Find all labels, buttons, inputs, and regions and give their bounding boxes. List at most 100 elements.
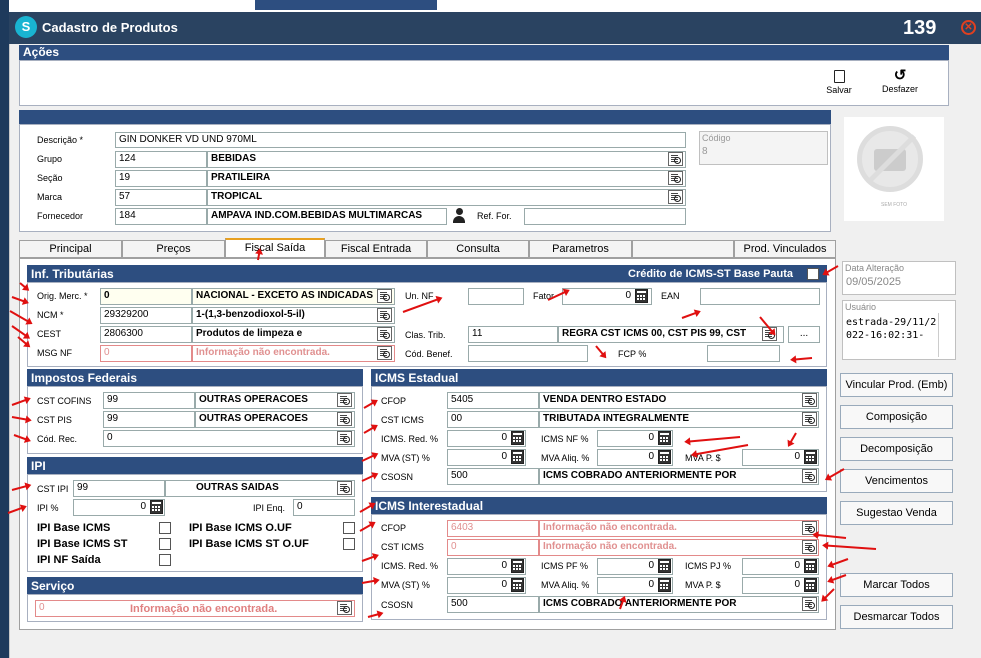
descricao-field[interactable]: GIN DONKER VD UND 970ML — [115, 132, 686, 148]
ipi-base-icms-st-checkbox[interactable] — [159, 538, 171, 550]
federais-header: Impostos Federais — [27, 369, 363, 386]
est-cfop-code[interactable]: 5405 — [447, 392, 539, 409]
inter-cfop-code[interactable]: 6403 — [447, 520, 539, 537]
ipi-enq-field[interactable]: 0 — [293, 499, 355, 516]
fcp-field[interactable] — [707, 345, 780, 362]
inter-pf-calculator-icon[interactable] — [658, 559, 671, 573]
photo-frame[interactable]: SEM FOTO — [844, 117, 944, 221]
ipi-cst-lookup-icon[interactable] — [337, 481, 352, 495]
ncm-lookup-icon[interactable] — [377, 308, 392, 322]
tab-parametros[interactable]: Parametros — [529, 240, 632, 258]
person-icon[interactable] — [452, 208, 466, 224]
tab-fiscal-entrada[interactable]: Fiscal Entrada — [325, 240, 427, 258]
secao-lookup-icon[interactable] — [668, 171, 683, 185]
pis-code[interactable]: 99 — [103, 411, 195, 428]
ipi-base-icms-st-uf-checkbox[interactable] — [343, 538, 355, 550]
servico-lookup-icon[interactable] — [337, 601, 352, 615]
inter-mva-calculator-icon[interactable] — [511, 578, 524, 592]
un-nf-field[interactable] — [468, 288, 524, 305]
inter-red-calculator-icon[interactable] — [511, 559, 524, 573]
inter-pj-label: ICMS PJ % — [685, 561, 732, 571]
est-csosn-lookup-icon[interactable] — [802, 469, 817, 483]
marcar-todos-button[interactable]: Marcar Todos — [840, 573, 953, 597]
fornecedor-label: Fornecedor — [37, 211, 84, 221]
tab-prod-vinculados[interactable]: Prod. Vinculados — [734, 240, 836, 258]
inter-mva-aliq-calculator-icon[interactable] — [658, 578, 671, 592]
inter-csosn-code[interactable]: 500 — [447, 596, 539, 613]
cest-code[interactable]: 2806300 — [100, 326, 192, 343]
est-mva-calculator-icon[interactable] — [511, 450, 524, 464]
ipi-pct-calculator-icon[interactable] — [150, 500, 163, 514]
ref-for-field[interactable] — [524, 208, 686, 225]
est-nf-calculator-icon[interactable] — [658, 431, 671, 445]
orig-lookup-icon[interactable] — [377, 289, 392, 303]
desmarcar-todos-button[interactable]: Desmarcar Todos — [840, 605, 953, 629]
est-mva-aliq-label: MVA Aliq. % — [541, 453, 590, 463]
tab-fiscal-saida[interactable]: Fiscal Saída — [225, 238, 325, 258]
est-cst-code[interactable]: 00 — [447, 411, 539, 428]
ipi-cst-code[interactable]: 99 — [73, 480, 165, 497]
fator-calculator-icon[interactable] — [635, 289, 648, 303]
cofins-code[interactable]: 99 — [103, 392, 195, 409]
secao-code[interactable]: 19 — [115, 170, 207, 187]
marca-name: TROPICAL — [207, 189, 686, 206]
orig-code[interactable]: 0 — [100, 288, 192, 305]
est-mva-aliq-calculator-icon[interactable] — [658, 450, 671, 464]
ipi-base-icms-uf-checkbox[interactable] — [343, 522, 355, 534]
est-mva-p-calculator-icon[interactable] — [804, 450, 817, 464]
vincular-button[interactable]: Vincular Prod. (Emb) — [840, 373, 953, 397]
pis-lookup-icon[interactable] — [337, 412, 352, 426]
composicao-button[interactable]: Composição — [840, 405, 953, 429]
inter-cst-code[interactable]: 0 — [447, 539, 539, 556]
ipi-nf-saida-checkbox[interactable] — [159, 554, 171, 566]
rec-lookup-icon[interactable] — [337, 431, 352, 445]
grupo-code[interactable]: 124 — [115, 151, 207, 168]
ean-field[interactable] — [700, 288, 820, 305]
sugestao-button[interactable]: Sugestao Venda — [840, 501, 953, 525]
usuario-label: Usuário — [845, 302, 877, 312]
cod-benef-field[interactable] — [468, 345, 588, 362]
msg-lookup-icon[interactable] — [377, 346, 392, 360]
servico-header: Serviço — [27, 577, 363, 594]
decomposicao-button[interactable]: Decomposição — [840, 437, 953, 461]
est-red-calculator-icon[interactable] — [511, 431, 524, 445]
clas-code[interactable]: 11 — [468, 326, 558, 343]
msg-code[interactable]: 0 — [100, 345, 192, 362]
ncm-code[interactable]: 29329200 — [100, 307, 192, 324]
est-cst-lookup-icon[interactable] — [802, 412, 817, 426]
ipi-base-icms-checkbox[interactable] — [159, 522, 171, 534]
inter-cst-name: Informação não encontrada. — [539, 539, 819, 556]
inter-cfop-label: CFOP — [381, 523, 407, 533]
ipi-base-icms-label: IPI Base ICMS — [37, 522, 111, 534]
close-icon[interactable]: ✕ — [961, 20, 976, 35]
msg-name: Informação não encontrada. — [192, 345, 395, 362]
inter-pj-calculator-icon[interactable] — [804, 559, 817, 573]
cofins-name: OUTRAS OPERACOES — [195, 392, 355, 409]
grupo-lookup-icon[interactable] — [668, 152, 683, 166]
tab-blank[interactable] — [632, 240, 734, 258]
est-cfop-lookup-icon[interactable] — [802, 393, 817, 407]
inter-mva-p-calculator-icon[interactable] — [804, 578, 817, 592]
vencimentos-button[interactable]: Vencimentos — [840, 469, 953, 493]
inter-mva-p-label: MVA P. $ — [685, 580, 721, 590]
un-nf-label: Un. NF — [405, 291, 434, 301]
clas-more-button[interactable]: ... — [788, 326, 820, 343]
tab-principal[interactable]: Principal — [19, 240, 122, 258]
est-csosn-code[interactable]: 500 — [447, 468, 539, 485]
tab-consulta[interactable]: Consulta — [427, 240, 529, 258]
msg-label: MSG NF — [37, 348, 72, 358]
rec-field[interactable]: 0 — [103, 430, 355, 447]
salvar-button[interactable]: Salvar — [822, 68, 856, 102]
fornecedor-code[interactable]: 184 — [115, 208, 207, 225]
inter-csosn-lookup-icon[interactable] — [802, 597, 817, 611]
desfazer-button[interactable]: ↺ Desfazer — [878, 68, 922, 102]
cofins-lookup-icon[interactable] — [337, 393, 352, 407]
marca-label: Marca — [37, 192, 63, 202]
cest-lookup-icon[interactable] — [377, 327, 392, 341]
inter-cst-lookup-icon[interactable] — [802, 540, 817, 554]
marca-lookup-icon[interactable] — [668, 190, 683, 204]
usuario-scrollbar[interactable] — [938, 313, 950, 357]
credito-checkbox[interactable] — [807, 268, 819, 280]
tab-precos[interactable]: Preços — [122, 240, 225, 258]
marca-code[interactable]: 57 — [115, 189, 207, 206]
